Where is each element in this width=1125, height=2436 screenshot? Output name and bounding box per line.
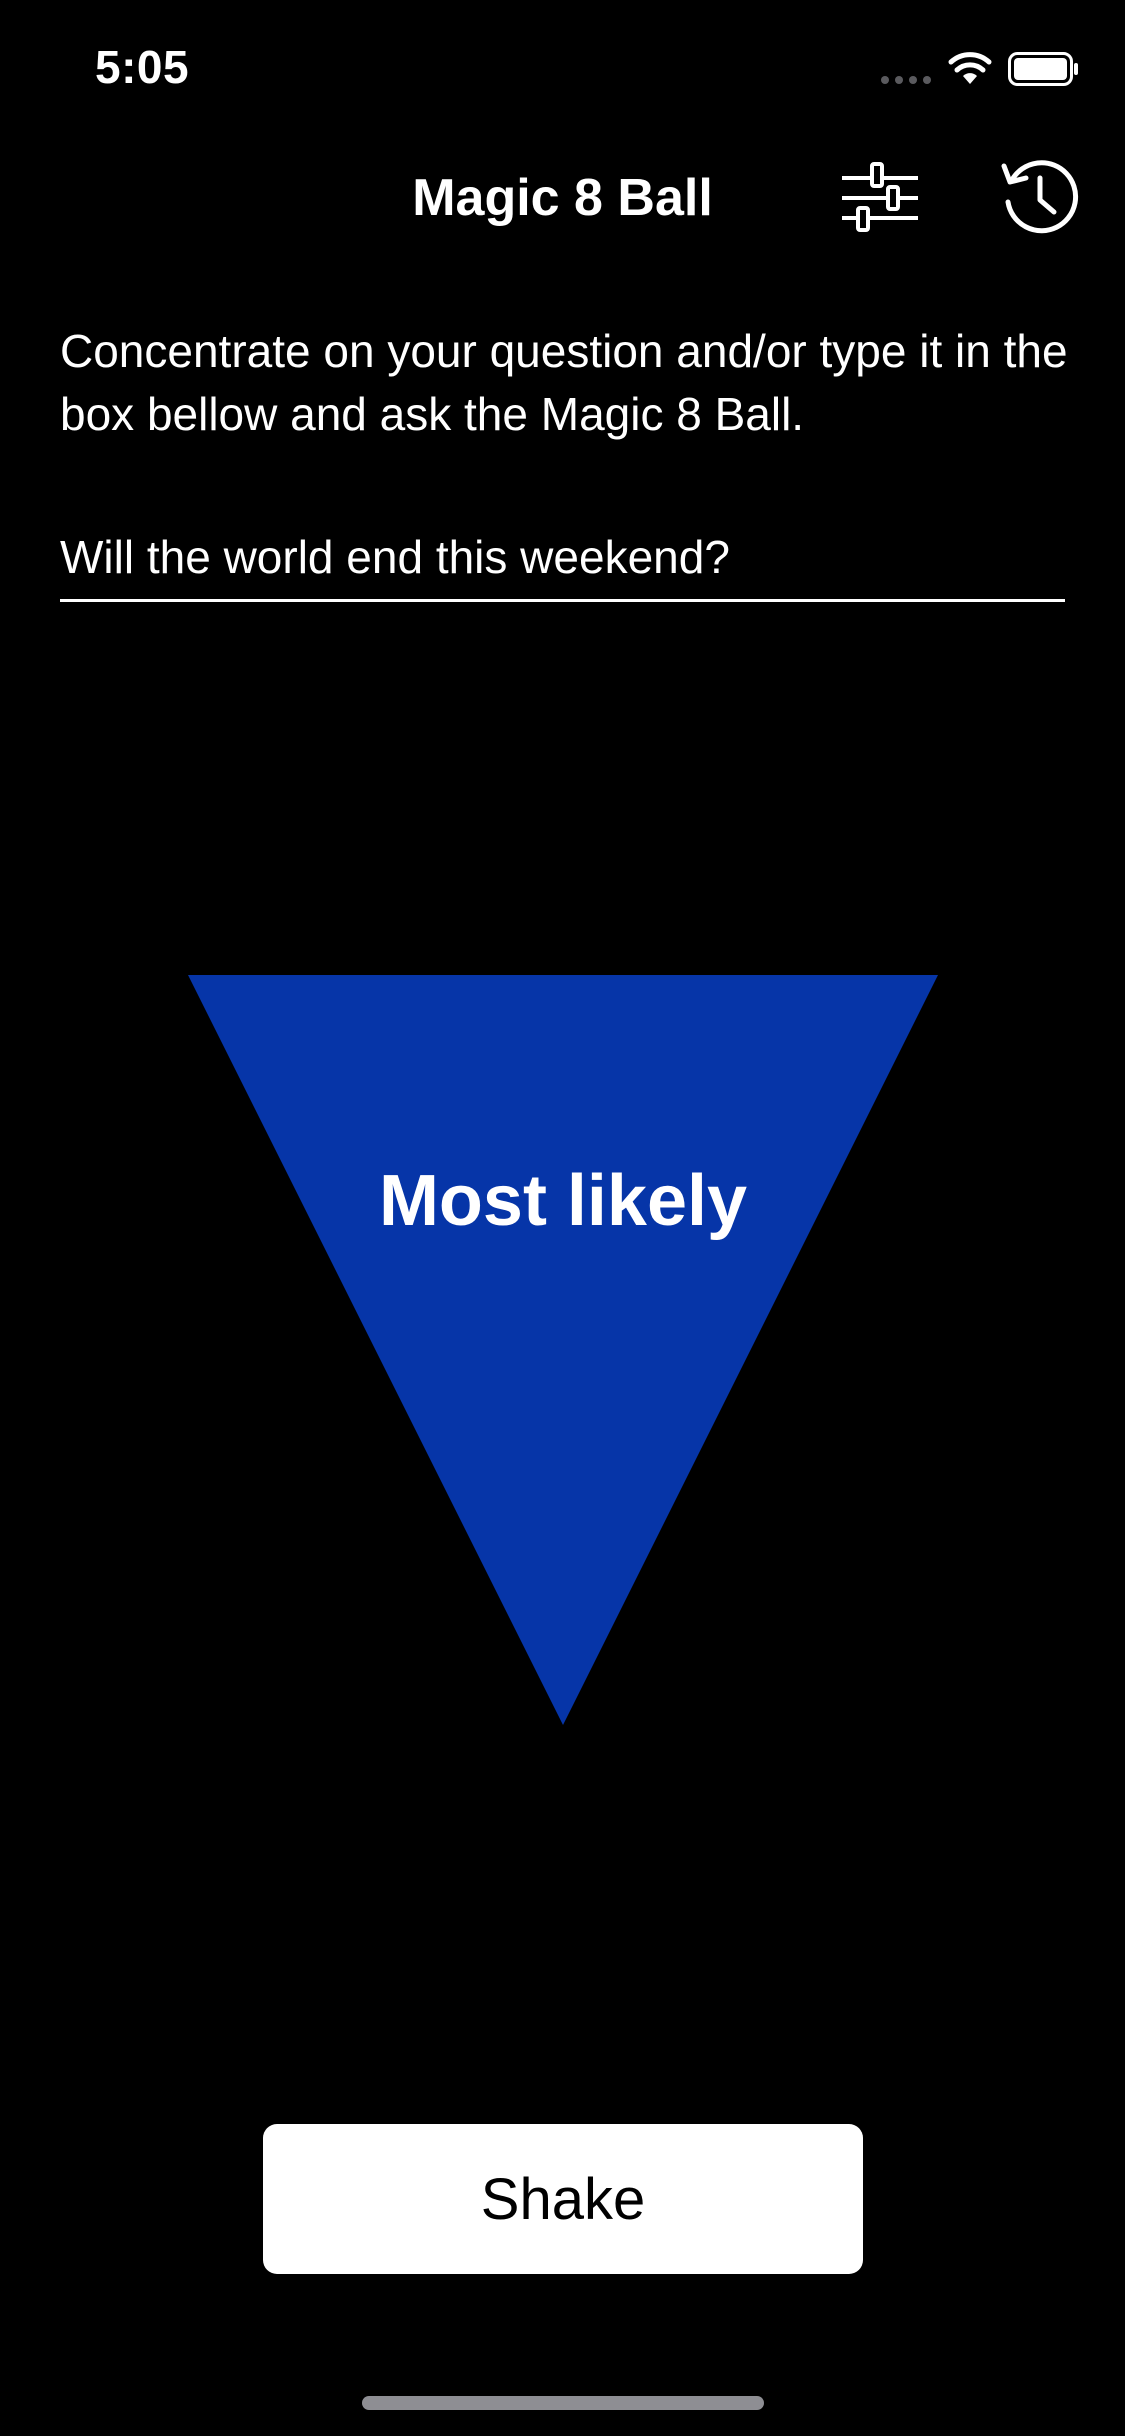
history-button[interactable] [998,156,1082,240]
navigation-bar: Magic 8 Ball [0,150,1125,250]
question-input[interactable] [60,515,1065,602]
wifi-icon [948,52,992,84]
answer-triangle: Most likely [188,975,938,1725]
cellular-dots-icon [881,76,931,84]
answer-text: Most likely [378,1161,748,1241]
status-bar: 5:05 [0,0,1125,140]
sliders-icon [842,162,918,232]
settings-button[interactable] [838,156,922,240]
shake-button[interactable]: Shake [263,2124,863,2274]
page-title: Magic 8 Ball [412,169,713,227]
home-indicator [362,2396,764,2410]
answer-triangle-shape [188,975,938,1725]
battery-icon [1008,52,1078,86]
history-icon [1001,160,1079,234]
status-time: 5:05 [95,41,190,93]
instructions-text: Concentrate on your question and/or type… [60,325,1068,440]
